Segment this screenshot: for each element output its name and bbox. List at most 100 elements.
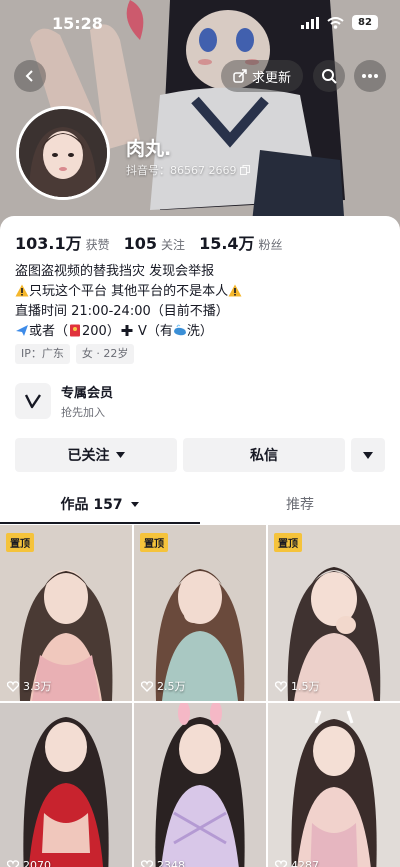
membership-title: 专属会员: [61, 386, 114, 401]
following-button[interactable]: 已关注: [15, 438, 177, 472]
bio-line: 盗图盗视频的替我挡灾 发现会举报: [15, 264, 215, 279]
request-update-label: 求更新: [251, 70, 291, 86]
caret-down-icon: [131, 502, 140, 507]
video-likes: 2.5万: [141, 678, 186, 694]
bio-line-text: V（有: [133, 324, 173, 339]
stat-following-value: 105: [123, 234, 158, 253]
video-thumbnail-image: [268, 703, 400, 867]
avatar-image: [19, 109, 107, 197]
heart-outline-icon: [7, 860, 19, 867]
video-likes-count: 1.5万: [291, 680, 320, 693]
video-likes-count: 4287: [291, 859, 319, 867]
profile-stats: 103.1万 获赞 105 关注 15.4万 粉丝: [15, 230, 283, 254]
wifi-icon: [327, 16, 344, 29]
pinned-badge: 置顶: [140, 533, 168, 552]
video-thumbnail-image: [134, 703, 266, 867]
bio-line: 或者（ 200） V（有 洗）: [15, 322, 385, 342]
tag-gender-age: 女 · 22岁: [75, 344, 135, 364]
red-envelope-icon: [70, 324, 81, 337]
tag-ip-location: IP：广东: [15, 344, 70, 364]
stat-following[interactable]: 105 关注: [124, 234, 185, 253]
stat-following-label: 关注: [161, 238, 186, 252]
video-thumbnail[interactable]: 2070: [0, 703, 132, 867]
warning-icon: [15, 284, 29, 297]
stat-likes[interactable]: 103.1万 获赞: [15, 230, 110, 254]
video-likes: 3.3万: [7, 678, 52, 694]
video-likes-count: 3.3万: [23, 680, 52, 693]
tab-recommend-label: 推荐: [286, 497, 314, 513]
tab-recommend[interactable]: 推荐: [200, 494, 400, 524]
copy-icon: [240, 165, 251, 175]
back-button[interactable]: [14, 60, 46, 92]
warning-icon: [228, 284, 242, 297]
stat-likes-value: 103.1万: [15, 234, 82, 253]
search-button[interactable]: [313, 60, 345, 92]
video-thumbnail[interactable]: 置顶 3.3万: [0, 525, 132, 701]
heart-outline-icon: [141, 680, 153, 692]
plus-icon: [121, 325, 133, 336]
membership-entry[interactable]: 专属会员 抢先加入: [15, 382, 113, 420]
battery-indicator: 82: [352, 15, 378, 30]
bio-line-text: 洗）: [186, 324, 213, 339]
chevron-left-icon: [25, 70, 33, 82]
video-likes-count: 2.5万: [157, 680, 186, 693]
status-bar: 15:28 82: [0, 0, 400, 48]
stat-likes-label: 获赞: [85, 238, 110, 252]
bio-line: 直播时间 21:00-24:00（目前不播）: [15, 304, 229, 319]
bio-line-text: 200）: [82, 324, 120, 339]
video-grid: 置顶 3.3万 置顶 2.5万 置顶 1.5万 2070 2348 4287: [0, 525, 400, 867]
following-label: 已关注: [67, 448, 110, 464]
more-options-button[interactable]: [354, 60, 386, 92]
caret-down-icon: [115, 452, 125, 458]
douyin-id[interactable]: 抖音号：86567 2669: [126, 162, 251, 178]
membership-subtitle: 抢先加入: [61, 406, 105, 419]
video-likes-count: 2348: [157, 859, 185, 867]
douyin-id-text: 抖音号：86567 2669: [126, 164, 237, 177]
ellipsis-icon: [362, 74, 378, 78]
video-thumbnail-image: [0, 703, 132, 867]
heart-outline-icon: [275, 680, 287, 692]
heart-outline-icon: [275, 860, 287, 867]
video-likes: 2070: [7, 859, 51, 867]
signal-icon: [301, 16, 319, 29]
more-actions-button[interactable]: [351, 438, 385, 472]
video-likes-count: 2070: [23, 859, 51, 867]
search-icon: [322, 69, 337, 84]
tab-works[interactable]: 作品 157: [0, 494, 200, 524]
bio-line: 只玩这个平台 其他平台的不是本人: [15, 282, 385, 302]
profile-tags: IP：广东 女 · 22岁: [15, 344, 135, 364]
message-label: 私信: [250, 448, 278, 464]
profile-actions: 已关注 私信: [15, 438, 385, 472]
heart-outline-icon: [141, 860, 153, 867]
video-likes: 2348: [141, 859, 185, 867]
stat-followers[interactable]: 15.4万 粉丝: [199, 230, 283, 254]
stat-followers-label: 粉丝: [258, 238, 283, 252]
request-update-button[interactable]: 求更新: [221, 60, 303, 92]
video-thumbnail[interactable]: 2348: [134, 703, 266, 867]
tab-works-label: 作品 157: [60, 497, 123, 513]
pinned-badge: 置顶: [274, 533, 302, 552]
membership-logo: [15, 383, 51, 419]
video-thumbnail[interactable]: 置顶 1.5万: [268, 525, 400, 701]
bio-line-text: 或者（: [29, 324, 69, 339]
airplane-icon: [16, 325, 28, 336]
caret-down-icon: [363, 451, 373, 459]
message-button[interactable]: 私信: [183, 438, 345, 472]
stat-followers-value: 15.4万: [199, 234, 255, 253]
video-thumbnail[interactable]: 4287: [268, 703, 400, 867]
avatar[interactable]: [16, 106, 110, 200]
whale-icon: [173, 324, 186, 336]
profile-nickname: 肉丸.: [126, 138, 172, 160]
share-arrow-icon: [233, 69, 247, 83]
profile-bio: 盗图盗视频的替我挡灾 发现会举报 只玩这个平台 其他平台的不是本人 直播时间 2…: [15, 262, 385, 342]
video-thumbnail[interactable]: 置顶 2.5万: [134, 525, 266, 701]
profile-banner: 15:28 82 求更新 肉丸. 抖音号：86567 2669: [0, 0, 400, 240]
v-logo-icon: [24, 394, 41, 409]
video-likes: 4287: [275, 859, 319, 867]
heart-outline-icon: [7, 680, 19, 692]
video-likes: 1.5万: [275, 678, 320, 694]
pinned-badge: 置顶: [6, 533, 34, 552]
active-tab-underline: [0, 522, 200, 524]
bio-line-text: 只玩这个平台 其他平台的不是本人: [29, 284, 229, 299]
status-time: 15:28: [52, 14, 103, 33]
